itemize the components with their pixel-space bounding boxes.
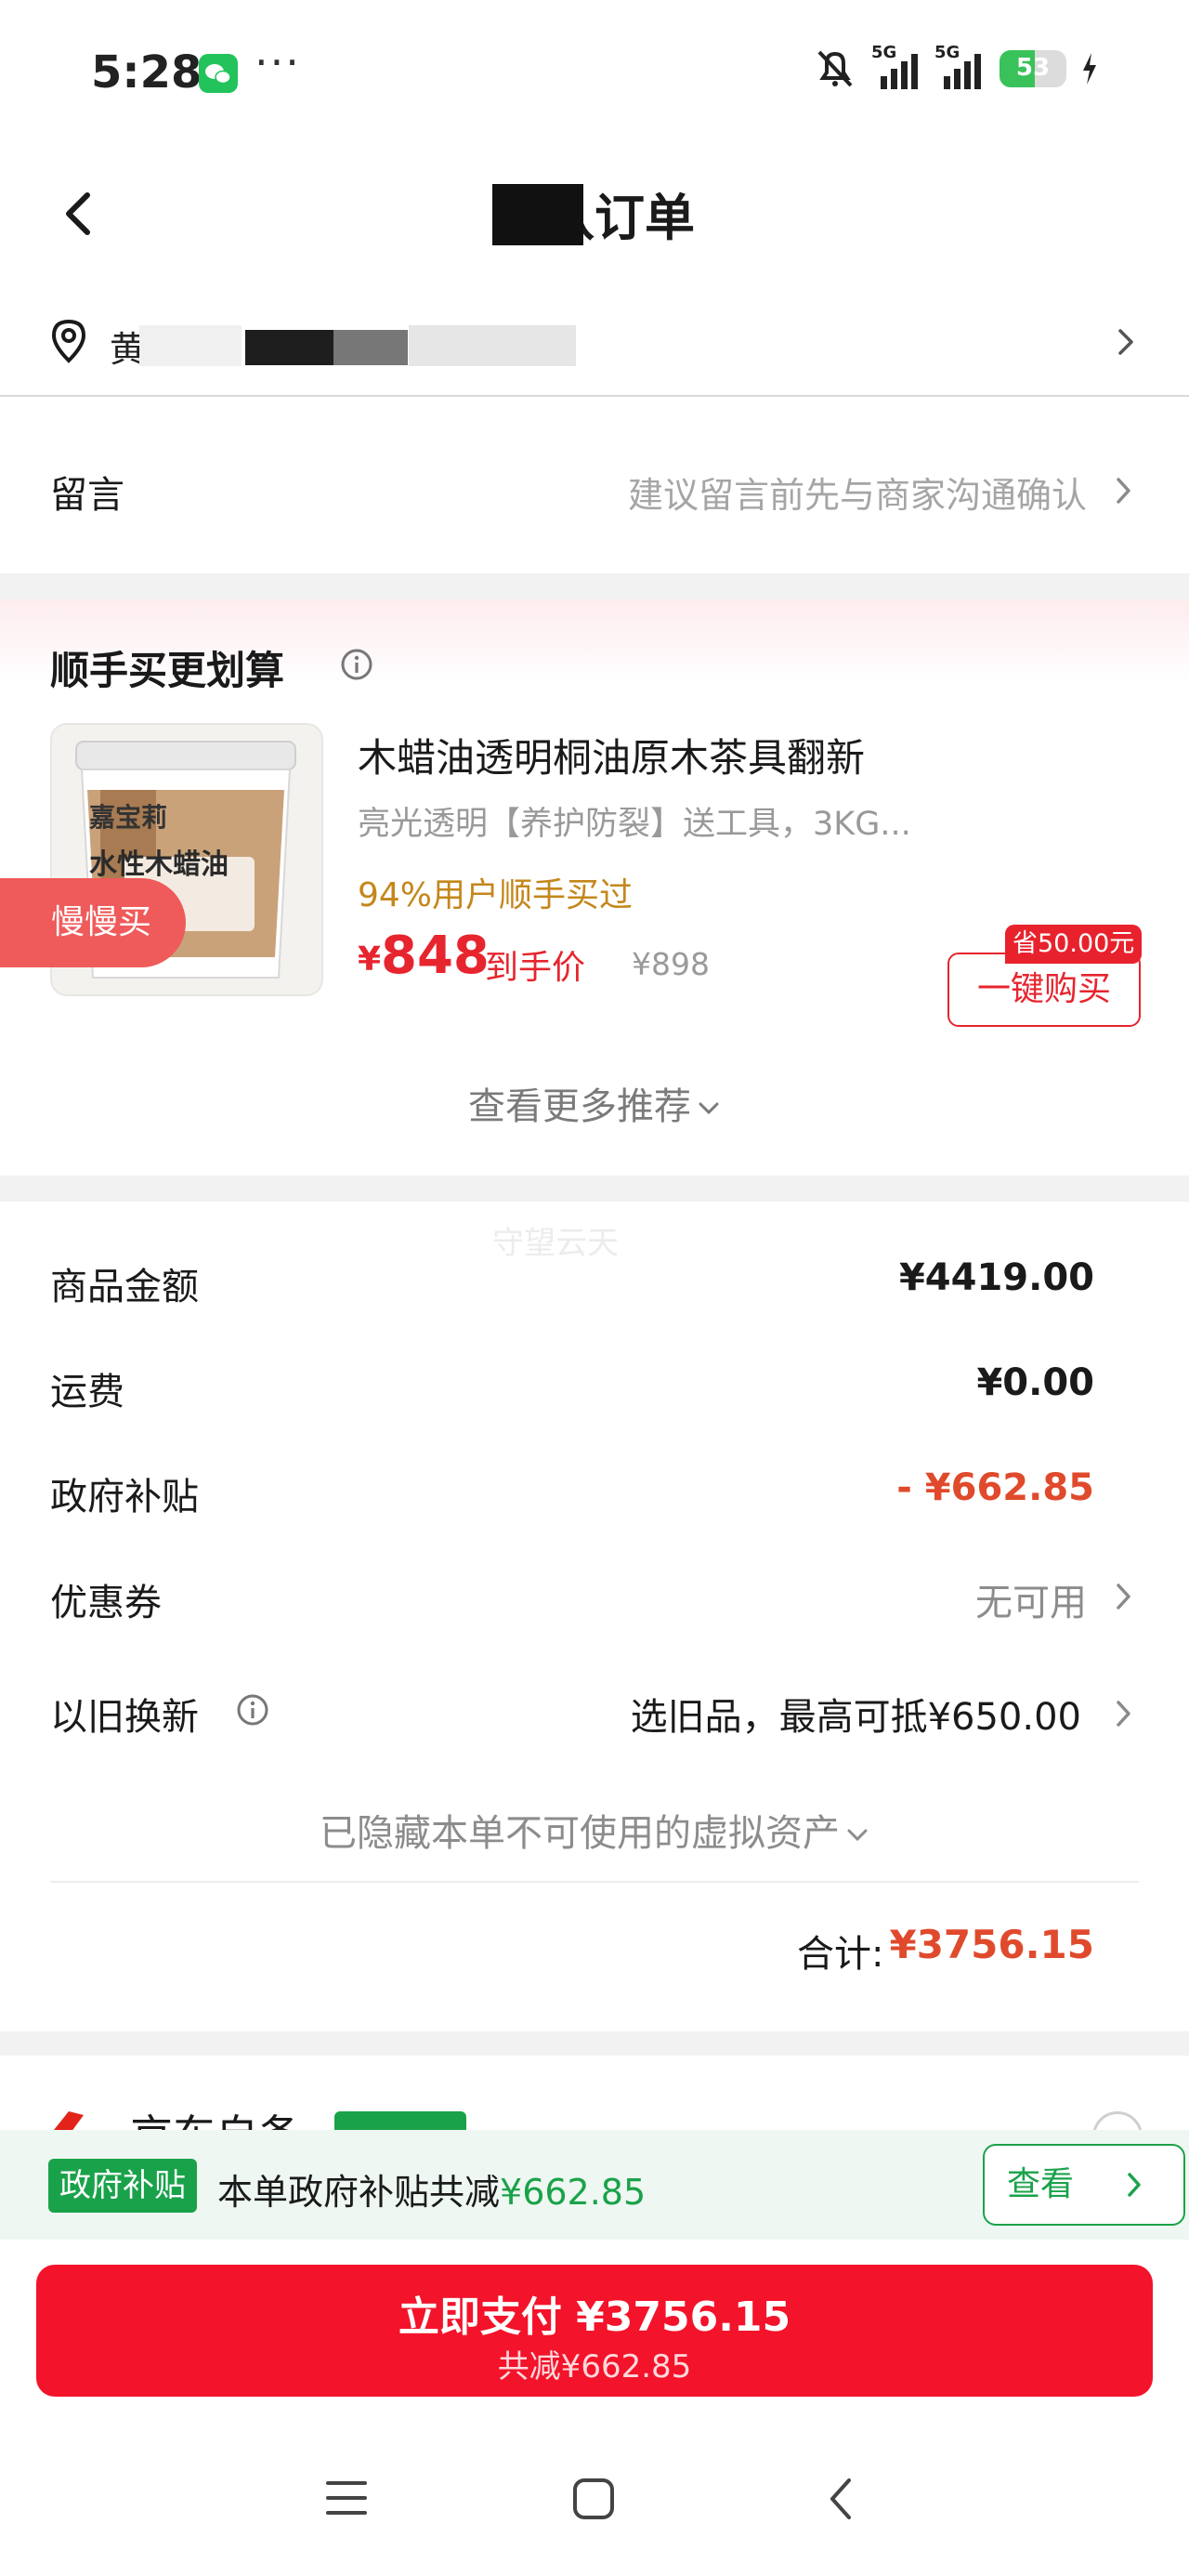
message-input[interactable]: 建议留言前先与商家沟通确认: [628, 467, 1087, 518]
pay-now-label: 立即支付 ¥3756.15: [398, 2293, 791, 2341]
redaction-mask: [409, 325, 576, 366]
price-tag: 到手价: [485, 949, 586, 987]
home-icon[interactable]: [572, 2477, 615, 2520]
wechat-notification-icon: [199, 54, 238, 93]
coupon-value[interactable]: 无可用: [975, 1572, 1087, 1626]
chevron-down-icon: [697, 1100, 721, 1117]
product-price: 848: [381, 926, 490, 986]
info-icon[interactable]: [236, 1693, 269, 1727]
social-proof-text: 94%用户顺手买过: [358, 876, 634, 914]
view-subsidy-button[interactable]: 查看: [983, 2144, 1185, 2226]
info-icon[interactable]: [340, 648, 373, 681]
more-notifications-icon: ···: [255, 37, 301, 87]
goods-amount-label: 商品金额: [50, 1266, 199, 1308]
original-price: ¥898: [632, 946, 710, 982]
save-badge: 省50.00元: [1005, 925, 1143, 964]
product-image-label: 水性木蜡油: [89, 848, 229, 881]
see-more-label: 查看更多推荐: [468, 1085, 691, 1128]
page-title: 确认订单: [494, 189, 695, 247]
total-value: ¥3756.15: [889, 1922, 1094, 1967]
slow-buy-button[interactable]: 慢慢买: [0, 878, 186, 967]
chevron-right-icon: [1126, 2170, 1143, 2200]
trade-in-value[interactable]: 选旧品，最高可抵¥650.00: [631, 1687, 1081, 1741]
signal-5g-2-icon: 5G: [934, 43, 985, 89]
subsidy-summary: 本单政府补贴共减¥662.85: [217, 2163, 646, 2215]
system-back-icon[interactable]: [827, 2476, 855, 2522]
recent-apps-icon[interactable]: [325, 2477, 368, 2518]
mute-bell-icon: [817, 50, 853, 87]
gov-subsidy-value: - ¥662.85: [896, 1466, 1094, 1509]
chevron-right-icon: [1115, 1697, 1133, 1730]
see-more-recommendations[interactable]: 查看更多推荐: [0, 1076, 1189, 1130]
divider: [50, 1881, 1139, 1883]
pay-discount-label: 共减¥662.85: [497, 2348, 692, 2385]
pay-now-button[interactable]: 立即支付 ¥3756.15 共减¥662.85: [36, 2265, 1153, 2397]
battery-icon: 53: [1000, 50, 1066, 87]
location-pin-icon: [48, 318, 89, 364]
signal-5g-1-icon: 5G: [871, 43, 921, 89]
product-brand-label: 嘉宝莉: [89, 802, 168, 833]
hidden-assets-label: 已隐藏本单不可使用的虚拟资产: [320, 1812, 840, 1855]
product-name[interactable]: 木蜡油透明桐油原木茶具翻新: [358, 727, 865, 783]
subsidy-amount: ¥662.85: [500, 2172, 647, 2213]
chevron-left-icon: [17, 28, 37, 61]
chevron-right-icon: [1115, 474, 1133, 507]
redaction-mask: [245, 330, 333, 365]
hidden-assets-toggle[interactable]: 已隐藏本单不可使用的虚拟资产: [0, 1803, 1189, 1857]
watermark: 守望云天: [492, 1225, 619, 1262]
price-currency: ¥: [358, 940, 382, 979]
status-time: 5:28: [91, 46, 203, 99]
trade-in-label: 以旧换新: [50, 1696, 199, 1739]
shipping-value: ¥0.00: [976, 1361, 1094, 1404]
gov-subsidy-label: 政府补贴: [50, 1476, 199, 1518]
one-click-buy-button[interactable]: 一键购买: [947, 953, 1141, 1027]
total-label: 合计:: [797, 1933, 884, 1976]
chevron-right-icon: [1115, 1580, 1133, 1613]
subsidy-text: 本单政府补贴共减: [217, 2172, 501, 2213]
coupon-label: 优惠券: [50, 1582, 162, 1624]
chevron-down-icon: [845, 1827, 869, 1844]
redaction-mask: [492, 184, 583, 245]
redaction-mask: [333, 330, 408, 365]
chevron-right-icon: [1115, 323, 1137, 361]
message-label: 留言: [50, 474, 124, 517]
status-indicators: 5G 5G 53: [812, 43, 1098, 89]
redaction-mask: [139, 325, 242, 366]
goods-amount-value: ¥4419.00: [898, 1256, 1094, 1299]
product-spec: 亮光透明【养护防裂】送工具，3KG...: [358, 806, 911, 843]
subsidy-badge: 政府补贴: [48, 2159, 197, 2213]
charging-icon: [1083, 53, 1096, 85]
shipping-label: 运费: [50, 1371, 124, 1413]
buy-along-title: 顺手买更划算: [50, 648, 285, 693]
